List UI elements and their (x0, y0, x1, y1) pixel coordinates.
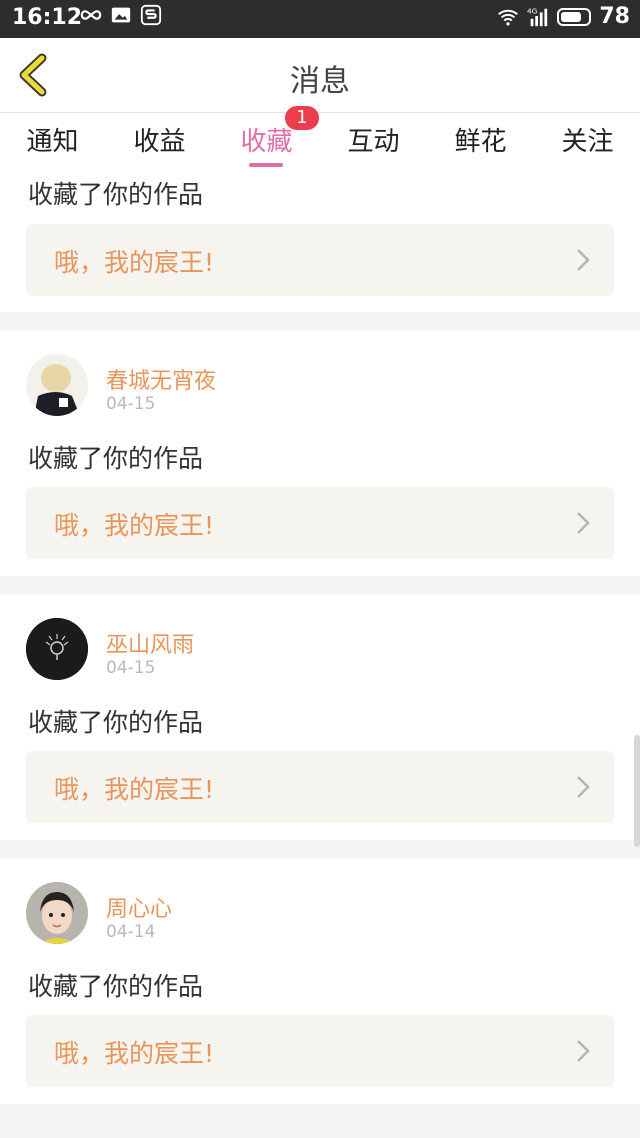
work-link[interactable]: 哦，我的宸王! (26, 751, 614, 823)
message-date: 04-15 (106, 658, 156, 678)
user-avatar-image (26, 882, 88, 944)
image-icon (111, 7, 131, 23)
chevron-right-icon (577, 1040, 590, 1062)
tab-interactions[interactable]: 互动 (320, 121, 427, 158)
work-link[interactable]: 哦，我的宸王! (26, 1015, 614, 1087)
active-tab-indicator (249, 163, 283, 167)
user-name[interactable]: 周心心 (106, 891, 172, 923)
page-title: 消息 (290, 64, 350, 99)
message-date: 04-14 (106, 922, 156, 942)
avatar[interactable] (26, 354, 88, 416)
cellular-signal-icon: 4G (527, 6, 548, 26)
action-text: 收藏了你的作品 (28, 972, 204, 1001)
unread-badge: 1 (285, 106, 319, 130)
system-icons: 4G 78 (497, 4, 630, 29)
svg-text:4G: 4G (527, 6, 538, 15)
work-title: 哦，我的宸王! (54, 248, 215, 277)
chevron-right-icon (577, 249, 590, 271)
work-link[interactable]: 哦，我的宸王! (26, 224, 614, 296)
message-date: 04-15 (106, 394, 156, 414)
message-card: 周心心 04-14 收藏了你的作品 哦，我的宸王! (0, 858, 640, 1104)
chevron-right-icon (577, 512, 590, 534)
work-title: 哦，我的宸王! (54, 775, 215, 804)
work-title: 哦，我的宸王! (54, 1039, 215, 1068)
chevron-right-icon (577, 776, 590, 798)
message-card: 春城无宵夜 04-15 收藏了你的作品 哦，我的宸王! (0, 330, 640, 576)
user-name[interactable]: 巫山风雨 (106, 627, 194, 659)
user-name[interactable]: 春城无宵夜 (106, 363, 216, 395)
tab-flowers[interactable]: 鲜花 (427, 121, 534, 158)
avatar[interactable] (26, 882, 88, 944)
battery-icon (557, 7, 592, 26)
user-avatar-image (26, 354, 88, 416)
scrollbar[interactable] (634, 735, 640, 847)
nav-bar: 消息 (0, 38, 640, 113)
tab-notifications[interactable]: 通知 (0, 121, 106, 158)
status-bar: 16:12 4G 78 (0, 0, 640, 38)
tab-bar: 通知 收益 收藏 互动 鲜花 关注 (0, 113, 640, 171)
wifi-icon (498, 9, 519, 26)
tab-follows[interactable]: 关注 (534, 121, 640, 158)
user-avatar-image (26, 618, 88, 680)
work-link[interactable]: 哦，我的宸王! (26, 487, 614, 559)
infinity-icon (80, 10, 102, 20)
battery-level: 78 (599, 4, 630, 29)
avatar[interactable] (26, 618, 88, 680)
message-card: 收藏了你的作品 哦，我的宸王! (0, 171, 640, 312)
tab-earnings[interactable]: 收益 (106, 121, 213, 158)
message-card: 巫山风雨 04-15 收藏了你的作品 哦，我的宸王! (0, 594, 640, 840)
clock: 16:12 (12, 5, 83, 30)
work-title: 哦，我的宸王! (54, 511, 215, 540)
notification-icons (80, 4, 162, 26)
action-text: 收藏了你的作品 (28, 444, 204, 473)
action-text: 收藏了你的作品 (28, 180, 204, 209)
app-s-icon (140, 4, 162, 26)
action-text: 收藏了你的作品 (28, 708, 204, 737)
